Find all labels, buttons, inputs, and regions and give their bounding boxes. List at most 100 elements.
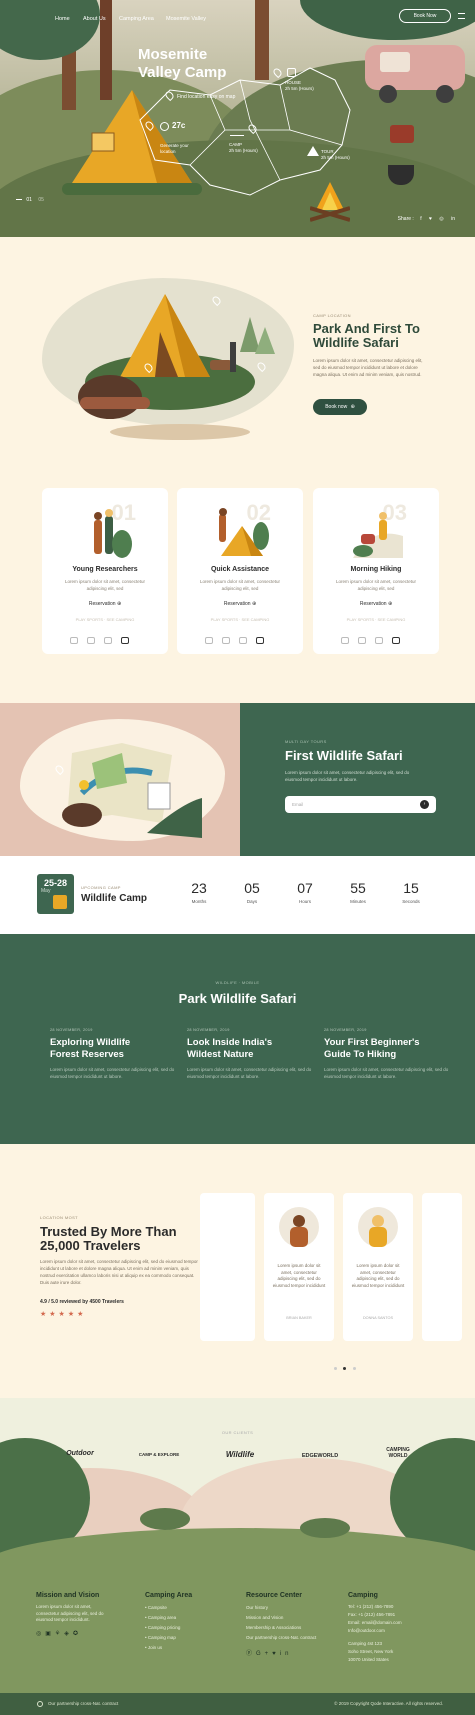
- blog-eyebrow: WILDLIFE · MOBILE: [215, 980, 260, 985]
- nav-item-camping-area[interactable]: Camping Area: [119, 16, 154, 22]
- copyright: © 2019 Copyright Qode Interactive. All r…: [334, 1701, 443, 1706]
- trusted-title: Trusted By More Than 25,000 Travelers: [40, 1224, 177, 1253]
- footer-link[interactable]: Membership & Associations: [246, 1623, 336, 1632]
- countdown-seconds: 15: [403, 880, 419, 896]
- safari-eyebrow: MULTI DAY TOURS: [285, 739, 327, 744]
- safari-title: First Wildlife Safari: [285, 748, 403, 763]
- arrow-right-icon: ⊕: [251, 601, 257, 607]
- date-badge: 25-28 May: [37, 874, 74, 914]
- intro-camp-illustration: [78, 294, 275, 440]
- rating-text: 4.9 / 5.0 reviewed by 4500 Travelers: [40, 1299, 124, 1305]
- footer-col-resource: Resource Center Our history Mission and …: [246, 1592, 336, 1657]
- email-input[interactable]: Email: [285, 796, 436, 813]
- footer-link[interactable]: • Join us: [145, 1643, 240, 1652]
- instagram-icon[interactable]: ◎: [439, 216, 443, 222]
- arrow-right-icon: ⊕: [350, 404, 355, 410]
- footer-link[interactable]: Our partnership cross-Nat. contract: [246, 1633, 336, 1642]
- share-bar: Share : f ♥ ◎ in: [397, 216, 455, 222]
- footer-bottom-link[interactable]: Our partnership cross-Nat. contract: [48, 1701, 118, 1706]
- temperature-desc: Generate your location: [160, 143, 189, 154]
- avatar: [279, 1207, 319, 1247]
- countdown-minutes: 55: [350, 880, 366, 896]
- safari-illustration-panel: [0, 703, 240, 856]
- rating-stars: ★★★★★: [40, 1311, 87, 1318]
- footer-link[interactable]: • Camping area: [145, 1613, 240, 1622]
- testimonial-card[interactable]: Lorem ipsum dolor sit amet, consectetur …: [264, 1193, 334, 1341]
- twitter-icon[interactable]: ♥: [429, 216, 432, 222]
- footer-col-camping: Camping Tel: +1 (212) 456-7890 Fax: +1 (…: [348, 1592, 402, 1662]
- intro-eyebrow: CAMP LOCATION: [313, 313, 351, 318]
- blog-title: Park Wildlife Safari: [178, 991, 297, 1006]
- facebook-icon[interactable]: f: [420, 216, 421, 222]
- map-illustration: [62, 743, 202, 838]
- footer-col-camping-area: Camping Area • Campsite • Camping area •…: [145, 1592, 240, 1652]
- nav-item-mosemite[interactable]: Mosemite Valley: [166, 16, 206, 22]
- footer-link[interactable]: • Campsite: [145, 1603, 240, 1612]
- safari-text: Lorem ipsum dolor sit amet, consectetur …: [285, 770, 410, 782]
- client-logo-edgeworld[interactable]: EDGEWORLD: [298, 1453, 342, 1459]
- trusted-text: Lorem ipsum dolor sit amet, consectetur …: [40, 1259, 198, 1285]
- clients-section: [0, 1398, 475, 1578]
- footer-link[interactable]: Mission and Vision: [246, 1613, 336, 1622]
- intro-title: Park And First To Wildlife Safari: [313, 321, 420, 350]
- submit-arrow-icon[interactable]: ›: [420, 800, 429, 809]
- spot3-value: 2h 5m (Hours): [321, 155, 350, 160]
- client-logo-wildlife[interactable]: Wildlife: [220, 1450, 260, 1459]
- footer-social-icons[interactable]: ⓟG+♥in: [246, 1648, 336, 1657]
- reservation-link[interactable]: Reservation ⊕: [177, 601, 303, 607]
- blog-post[interactable]: 28 NOVEMBER, 2019 Exploring Wildlife Fore…: [50, 1028, 175, 1080]
- footer-social-icons[interactable]: ◎▣⚘◈✪: [36, 1630, 131, 1637]
- bus-icon: [287, 68, 296, 77]
- avatar: [358, 1207, 398, 1247]
- find-location-text: Find location easy on map: [177, 94, 236, 100]
- arrow-right-icon: ⊕: [387, 601, 393, 607]
- testimonial-card-partial: [200, 1193, 255, 1341]
- reservation-link[interactable]: Reservation ⊕: [313, 601, 439, 607]
- sun-icon: [160, 122, 169, 131]
- trusted-eyebrow: LOCATION MOST: [40, 1215, 79, 1220]
- service-card[interactable]: 02 Quick Assistance Lorem ipsum dolor si…: [177, 488, 303, 654]
- temperature: 27c: [172, 121, 186, 130]
- countdown-hours: 07: [297, 880, 313, 896]
- client-logo-camping-world[interactable]: CAMPING WORLD: [378, 1447, 418, 1459]
- testimonial-card[interactable]: Lorem ipsum dolor sit amet, consectetur …: [343, 1193, 413, 1341]
- carousel-dots: [334, 1357, 356, 1375]
- amenity-icons: [341, 631, 411, 644]
- client-logo-camp-explore[interactable]: CAMP & EXPLORE: [133, 1452, 185, 1457]
- hero-title: Mosemite Valley Camp: [138, 46, 227, 81]
- spot2-value: 2h 5m (Hours): [229, 148, 258, 153]
- bicycle-icon: [230, 128, 244, 136]
- hiking-illustration: [353, 512, 403, 558]
- book-now-intro-button[interactable]: Book now ⊕: [313, 399, 367, 415]
- assistance-illustration: [219, 508, 269, 556]
- researchers-illustration: [94, 509, 132, 558]
- spot1-value: 2h 5m (Hours): [285, 86, 314, 91]
- footer-link[interactable]: • Camping map: [145, 1633, 240, 1642]
- linkedin-icon[interactable]: in: [451, 216, 455, 222]
- countdown-eyebrow: UPCOMING CAMP: [81, 885, 121, 890]
- footer-link[interactable]: • Camping pricing: [145, 1623, 240, 1632]
- globe-icon: [37, 1701, 43, 1707]
- book-now-button[interactable]: Book Now: [399, 9, 451, 23]
- slide-counter: 01 05: [16, 197, 44, 203]
- blog-post[interactable]: 28 NOVEMBER, 2019 Look Inside India's Wil…: [187, 1028, 312, 1080]
- hero-section: Home About Us Camping Area Mosemite Vall…: [0, 0, 475, 237]
- clients-eyebrow: OUR CLIENTS: [221, 1430, 254, 1435]
- footer-link[interactable]: Our history: [246, 1603, 336, 1612]
- service-card[interactable]: 03 Morning Hiking Lorem ipsum dolor sit …: [313, 488, 439, 654]
- reservation-link[interactable]: Reservation ⊕: [42, 601, 168, 607]
- blog-post[interactable]: 28 NOVEMBER, 2019 Your First Beginner's G…: [324, 1028, 449, 1080]
- service-card[interactable]: 01 Young Researchers Lorem ipsum dolor s…: [42, 488, 168, 654]
- nav-item-about[interactable]: About Us: [83, 16, 106, 22]
- client-logo-outdoor[interactable]: Outdoor: [60, 1450, 100, 1457]
- menu-icon[interactable]: [458, 13, 465, 19]
- backpack: [390, 125, 414, 143]
- van-illustration: [365, 45, 465, 103]
- nav-item-home[interactable]: Home: [55, 16, 70, 22]
- footer-bottom-bar: Our partnership cross-Nat. contract © 20…: [0, 1693, 475, 1715]
- arrow-right-icon: ⊕: [116, 601, 122, 607]
- countdown-months: 23: [191, 880, 207, 896]
- amenity-icons: [70, 631, 140, 644]
- intro-text: Lorem ipsum dolor sit amet, consectetur …: [313, 358, 423, 377]
- backpack-icon: [53, 895, 67, 909]
